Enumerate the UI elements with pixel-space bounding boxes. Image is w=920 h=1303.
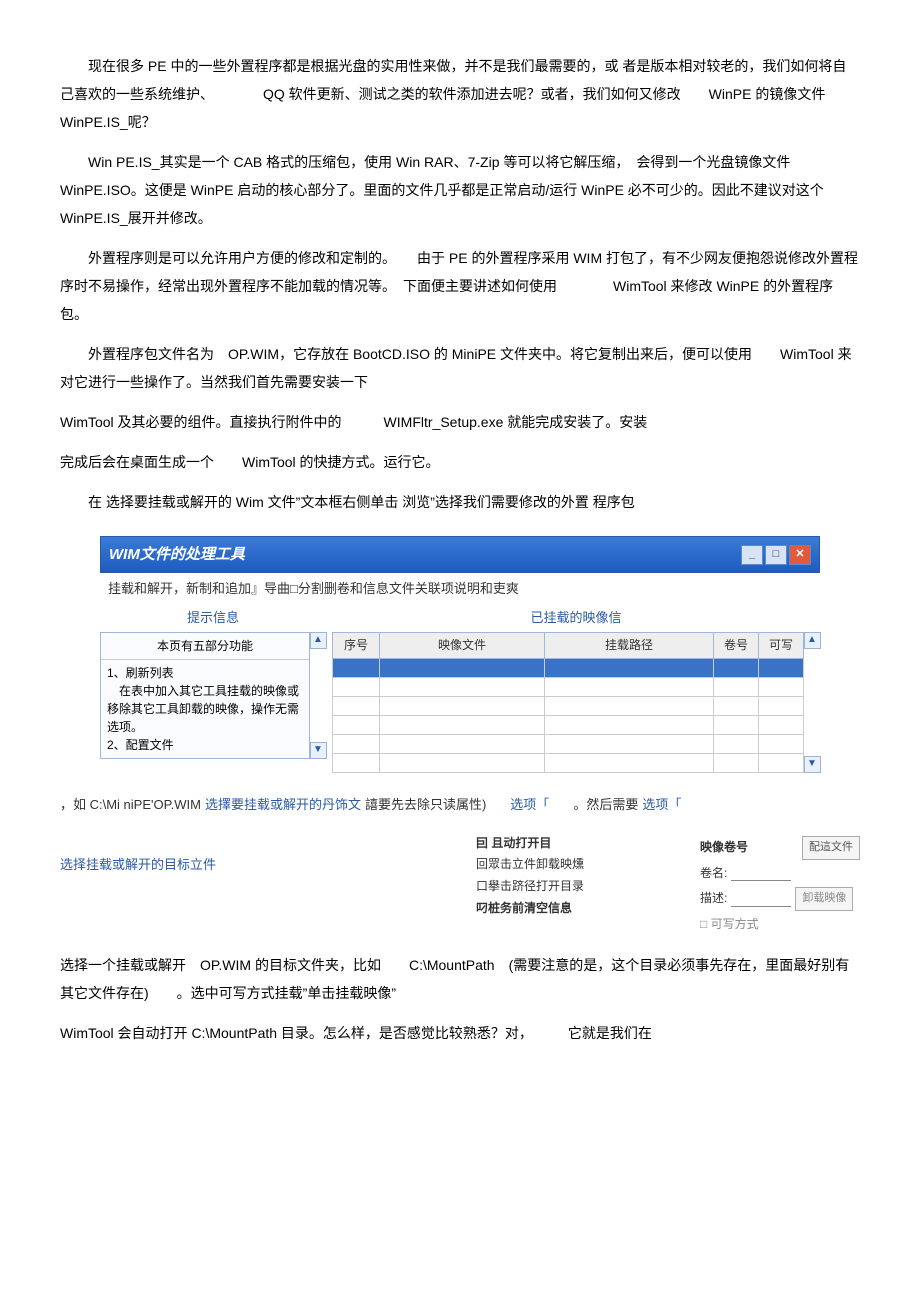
options-label-1: 选项「 (510, 793, 549, 816)
unmount-button[interactable]: 卸载映像 (795, 887, 853, 911)
table-row[interactable] (333, 659, 804, 678)
paragraph-9: WimTool 会自动打开 C:\MountPath 目录。怎么样，是否感觉比较… (60, 1019, 860, 1047)
window-titlebar[interactable]: WIM文件的处理工具 _ □ ✕ (100, 536, 820, 573)
mounted-images-table[interactable]: 序号 映像文件 挂载路径 卷号 可写 (332, 632, 804, 774)
col-volno[interactable]: 卷号 (714, 632, 759, 659)
right-fields: 映像卷号 配這文件 卷名: 描述: 卸载映像 □ 可写方式 (700, 833, 860, 939)
config-file-button[interactable]: 配這文件 (802, 836, 860, 860)
volume-name-label: 卷名: (700, 863, 727, 885)
wimtool-window: WIM文件的处理工具 _ □ ✕ 挂载和解开，新制和追加』导曲□分割删卷和信息文… (100, 536, 820, 773)
select-target-label: 选择挂载或解开的目标立件 (60, 857, 216, 872)
scroll-up-icon[interactable]: ▲ (310, 632, 327, 649)
table-row[interactable] (333, 754, 804, 773)
col-mountpath[interactable]: 挂载路径 (545, 632, 714, 659)
tips-panel: 提示信息 本页有五部分功能 1、刷新列表 在表中加入其它工具挂载的映像或移除其它… (100, 604, 326, 758)
scroll-down-icon[interactable]: ▼ (310, 742, 327, 759)
tips-body: 1、刷新列表 在表中加入其它工具挂载的映像或移除其它工具卸载的映像，操作无需选项… (101, 660, 309, 758)
window-content: 提示信息 本页有五部分功能 1、刷新列表 在表中加入其它工具挂载的映像或移除其它… (100, 604, 820, 773)
table-scrollbar[interactable]: ▲ ▼ (804, 632, 820, 774)
opt-dblclick-path[interactable]: 口擧击跻径打开目录 (476, 876, 584, 898)
select-wim-label: 选擇要挂载或解开的丹饰文 (205, 793, 361, 816)
table-row[interactable] (333, 735, 804, 754)
writable-checkbox[interactable]: □ 可写方式 (700, 914, 759, 936)
table-row[interactable] (333, 697, 804, 716)
inline-text: 。然后需要 (573, 793, 638, 816)
table-row[interactable] (333, 716, 804, 735)
volume-name-input[interactable] (731, 866, 791, 881)
col-imagefile[interactable]: 映像文件 (380, 632, 545, 659)
paragraph-3: 外置程序则是可以允许用户方便的修改和定制的。 由于 PE 的外置程序采用 WIM… (60, 244, 860, 328)
desc-label: 描述: (700, 888, 727, 910)
window-title: WIM文件的处理工具 (109, 541, 245, 568)
col-index[interactable]: 序号 (333, 632, 380, 659)
tips-header: 本页有五部分功能 (101, 633, 309, 660)
paragraph-4: 外置程序包文件名为 OP.WIM，它存放在 BootCD.ISO 的 MiniP… (60, 340, 860, 396)
desc-input[interactable] (731, 892, 791, 907)
minimize-button[interactable]: _ (741, 545, 763, 565)
opt-auto-open[interactable]: 囙 且动打开目 (476, 833, 584, 855)
scroll-up-icon[interactable]: ▲ (804, 632, 821, 649)
paragraph-7: 在 选择要挂载或解开的 Wim 文件”文本框右侧单击 浏览”选择我们需要修改的外… (60, 488, 860, 516)
volume-no-label: 映像卷号 (700, 837, 748, 859)
below-window-area: ，如 C:\Mi niPE'OP.WIM 选擇要挂载或解开的丹饰文 譆要先去除只… (60, 793, 860, 938)
paragraph-6: 完成后会在桌面生成一个 WimTool 的快捷方式。运行它。 (60, 448, 860, 476)
tips-box: 本页有五部分功能 1、刷新列表 在表中加入其它工具挂载的映像或移除其它工具卸载的… (100, 632, 310, 759)
tips-title: 提示信息 (100, 604, 326, 631)
options-label-2: 选项「 (642, 793, 681, 816)
scroll-down-icon[interactable]: ▼ (804, 756, 821, 773)
inline-text: 譆要先去除只读属性) (365, 793, 486, 816)
opt-clear-before[interactable]: 叼桩务前清空信息 (476, 898, 584, 920)
paragraph-2: Win PE.IS_其实是一个 CAB 格式的压缩包，使用 Win RAR、7-… (60, 148, 860, 232)
paragraph-5: WimTool 及其必要的组件。直接执行附件中的 WIMFltr_Setup.e… (60, 408, 860, 436)
tab-bar[interactable]: 挂载和解开，新制和追加』导曲□分割删卷和信息文件关联项说明和吏爽 (100, 573, 820, 604)
inline-text: ，如 C:\Mi niPE'OP.WIM (60, 793, 201, 816)
table-panel: 已挂载的映像信 序号 映像文件 挂载路径 卷号 可写 (332, 604, 820, 773)
window-controls: _ □ ✕ (741, 545, 811, 565)
checkbox-options: 囙 且动打开目 回眾击立件卸载映燻 口擧击跻径打开目录 叼桩务前清空信息 (476, 833, 584, 919)
paragraph-8: 选择一个挂载或解开 OP.WIM 的目标文件夹，比如 C:\MountPath … (60, 951, 860, 1007)
table-row[interactable] (333, 678, 804, 697)
tab-labels: 挂载和解开，新制和追加』导曲□分割删卷和信息文件关联项说明和吏爽 (108, 581, 519, 596)
opt-dblclick-unmount[interactable]: 回眾击立件卸载映燻 (476, 854, 584, 876)
col-writable[interactable]: 可写 (759, 632, 804, 659)
maximize-button[interactable]: □ (765, 545, 787, 565)
table-title: 已挂载的映像信 (332, 604, 820, 631)
paragraph-1: 现在很多 PE 中的一些外置程序都是根据光盘的实用性来做，并不是我们最需要的，或… (60, 52, 860, 136)
tips-scrollbar[interactable]: ▲ ▼ (310, 632, 326, 759)
close-button[interactable]: ✕ (789, 545, 811, 565)
